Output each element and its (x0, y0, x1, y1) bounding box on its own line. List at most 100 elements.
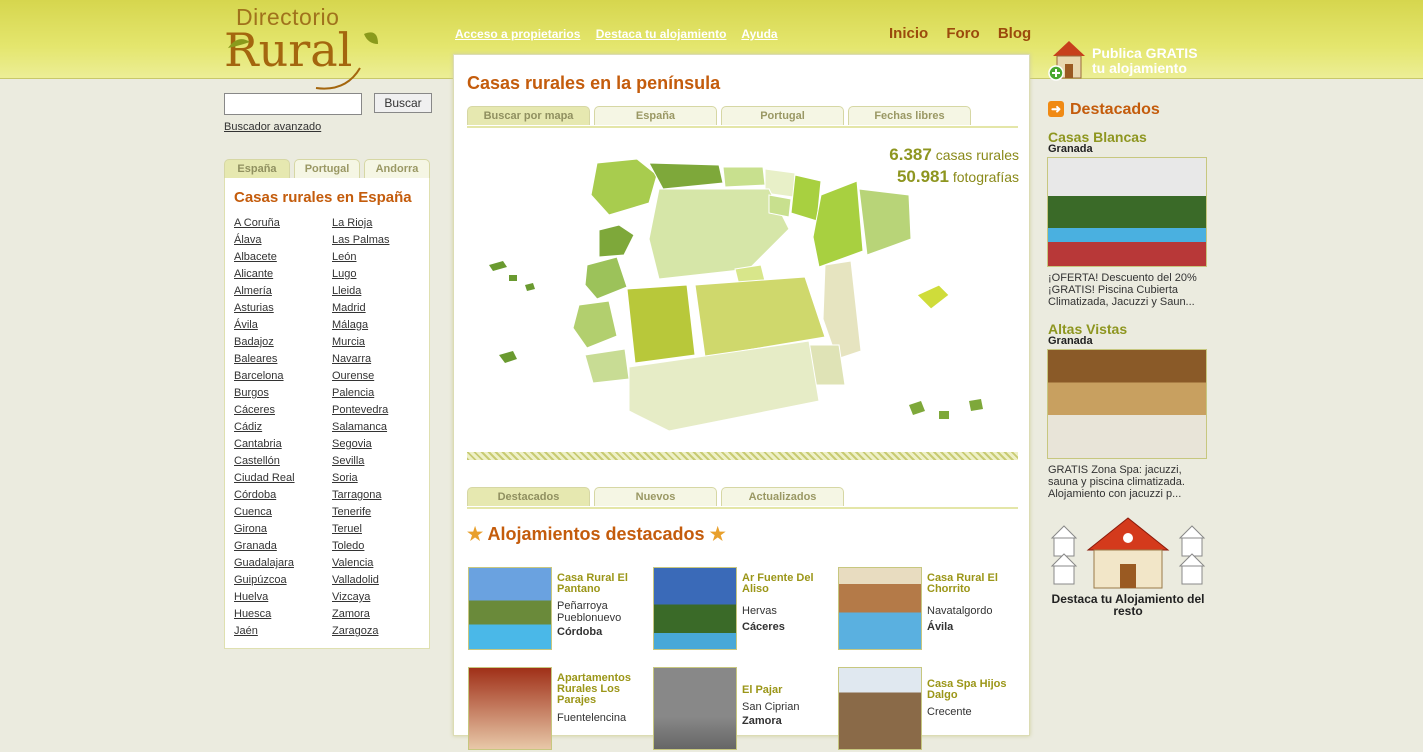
province-link[interactable]: Jaén (234, 625, 324, 642)
province-link[interactable]: Córdoba (234, 489, 324, 506)
province-link[interactable]: Vizcaya (332, 591, 422, 608)
province-link[interactable]: Almería (234, 285, 324, 302)
listing-photo[interactable] (838, 667, 922, 750)
listing-card[interactable]: Casa Spa Hijos Dalgo Crecente (838, 667, 1013, 752)
province-link[interactable]: Zamora (332, 608, 422, 625)
listing-card[interactable]: Apartamentos Rurales Los Parajes Fuentel… (468, 667, 643, 752)
province-link[interactable]: Albacete (234, 251, 324, 268)
province-link[interactable]: Guipúzcoa (234, 574, 324, 591)
province-link[interactable]: Cáceres (234, 404, 324, 421)
listing-card[interactable]: Casa Rural El Chorrito Navatalgordo Ávil… (838, 567, 1013, 652)
listing-location: San Ciprian (742, 701, 800, 713)
province-link[interactable]: Las Palmas (332, 234, 422, 251)
province-link[interactable]: León (332, 251, 422, 268)
feature-lodging-link[interactable]: Destaca tu alojamiento (596, 27, 727, 41)
listing-photo[interactable] (653, 667, 737, 750)
map-region-aragon (812, 180, 864, 268)
featured-photo[interactable] (1047, 349, 1207, 459)
nav-foro[interactable]: Foro (946, 25, 979, 42)
province-link[interactable]: Badajoz (234, 336, 324, 353)
province-link[interactable]: Murcia (332, 336, 422, 353)
listing-card[interactable]: Casa Rural El Pantano Peñarroya Pueblonu… (468, 567, 643, 652)
tab-destacados[interactable]: Destacados (467, 487, 590, 506)
province-link[interactable]: Asturias (234, 302, 324, 319)
province-link[interactable]: Cantabria (234, 438, 324, 455)
advanced-search-link[interactable]: Buscador avanzado (224, 121, 321, 133)
province-link[interactable]: Málaga (332, 319, 422, 336)
province-link[interactable]: La Rioja (332, 217, 422, 234)
tab-portugal[interactable]: Portugal (294, 159, 360, 178)
province-link[interactable]: Toledo (332, 540, 422, 557)
feature-your-lodging-text: Destaca tu Alojamiento del resto (1051, 592, 1205, 618)
tab-espana-map[interactable]: España (594, 106, 717, 125)
listing-card[interactable]: Ar Fuente Del Aliso Hervas Cáceres (653, 567, 828, 652)
province-link[interactable]: Segovia (332, 438, 422, 455)
province-link[interactable]: Girona (234, 523, 324, 540)
map-region-asturias (648, 162, 724, 190)
province-link[interactable]: Zaragoza (332, 625, 422, 642)
map-region-cantabria (722, 166, 766, 188)
help-link[interactable]: Ayuda (741, 27, 777, 41)
logo[interactable]: Directorio Rural (224, 4, 384, 90)
province-link[interactable]: Alicante (234, 268, 324, 285)
province-link[interactable]: Huelva (234, 591, 324, 608)
listing-name[interactable]: El Pajar (742, 685, 826, 696)
province-link[interactable]: Sevilla (332, 455, 422, 472)
province-panel-title: Casas rurales en España (234, 189, 412, 206)
province-link[interactable]: Salamanca (332, 421, 422, 438)
province-link[interactable]: Baleares (234, 353, 324, 370)
province-link[interactable]: Ávila (234, 319, 324, 336)
province-link[interactable]: Pontevedra (332, 404, 422, 421)
listing-photo[interactable] (838, 567, 922, 650)
listing-province: Ávila (927, 621, 954, 633)
province-link[interactable]: Ourense (332, 370, 422, 387)
tab-andorra[interactable]: Andorra (364, 159, 430, 178)
province-link[interactable]: Cádiz (234, 421, 324, 438)
listing-card[interactable]: El Pajar San Ciprian Zamora (653, 667, 828, 752)
province-link[interactable]: Ciudad Real (234, 472, 324, 489)
province-link[interactable]: Álava (234, 234, 324, 251)
province-link[interactable]: Castellón (234, 455, 324, 472)
province-link[interactable]: Lugo (332, 268, 422, 285)
search-input[interactable] (224, 93, 362, 115)
province-link[interactable]: Tarragona (332, 489, 422, 506)
tab-actualizados[interactable]: Actualizados (721, 487, 844, 506)
feature-your-lodging-banner[interactable]: Destaca tu Alojamiento del resto (1048, 514, 1208, 622)
province-link[interactable]: Soria (332, 472, 422, 489)
search-button[interactable]: Buscar (374, 93, 432, 113)
listing-photo[interactable] (468, 667, 552, 750)
listing-name[interactable]: Apartamentos Rurales Los Parajes (557, 673, 641, 706)
nav-inicio[interactable]: Inicio (889, 25, 928, 42)
tab-fechas-libres[interactable]: Fechas libres (848, 106, 971, 125)
publish-free-button[interactable]: Publica GRATIS tu alojamiento (1047, 38, 1247, 82)
listing-name[interactable]: Casa Spa Hijos Dalgo (927, 679, 1011, 701)
province-link[interactable]: A Coruña (234, 217, 324, 234)
province-link[interactable]: Madrid (332, 302, 422, 319)
province-link[interactable]: Tenerife (332, 506, 422, 523)
province-link[interactable]: Guadalajara (234, 557, 324, 574)
province-link[interactable]: Navarra (332, 353, 422, 370)
tab-nuevos[interactable]: Nuevos (594, 487, 717, 506)
province-link[interactable]: Teruel (332, 523, 422, 540)
province-link[interactable]: Burgos (234, 387, 324, 404)
listing-photo[interactable] (468, 567, 552, 650)
province-link[interactable]: Cuenca (234, 506, 324, 523)
province-link[interactable]: Palencia (332, 387, 422, 404)
nav-blog[interactable]: Blog (998, 25, 1031, 42)
owners-access-link[interactable]: Acceso a propietarios (455, 27, 580, 41)
listing-name[interactable]: Casa Rural El Pantano (557, 573, 641, 595)
province-link[interactable]: Valencia (332, 557, 422, 574)
tab-portugal-map[interactable]: Portugal (721, 106, 844, 125)
province-link[interactable]: Granada (234, 540, 324, 557)
province-link[interactable]: Lleida (332, 285, 422, 302)
province-link[interactable]: Huesca (234, 608, 324, 625)
province-link[interactable]: Valladolid (332, 574, 422, 591)
listing-name[interactable]: Casa Rural El Chorrito (927, 573, 1011, 595)
tab-espana[interactable]: España (224, 159, 290, 178)
iberia-map[interactable] (469, 155, 1009, 440)
featured-photo[interactable] (1047, 157, 1207, 267)
tab-buscar-mapa[interactable]: Buscar por mapa (467, 106, 590, 125)
listing-name[interactable]: Ar Fuente Del Aliso (742, 573, 826, 595)
listing-photo[interactable] (653, 567, 737, 650)
province-link[interactable]: Barcelona (234, 370, 324, 387)
